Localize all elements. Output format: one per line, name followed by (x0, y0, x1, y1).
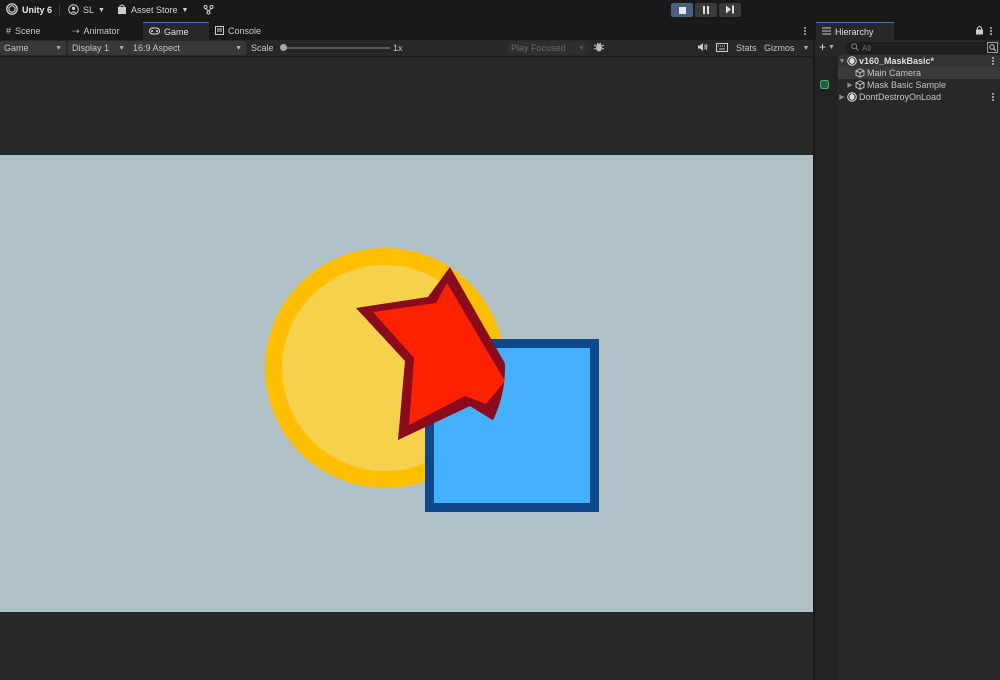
display-label: Display 1 (72, 43, 110, 53)
tab-label: Scene (15, 26, 41, 36)
gameobject-cube-icon (854, 68, 865, 79)
hierarchy-scene-row[interactable]: ▼ v160_MaskBasic* (838, 55, 1000, 67)
tab-animator[interactable]: ⇢ Animator (66, 22, 143, 40)
aspect-dropdown[interactable]: 16:9 Aspect ▼ (129, 41, 246, 55)
expand-arrow-icon[interactable]: ▶ (846, 81, 854, 89)
expand-arrow-icon[interactable]: ▶ (838, 93, 846, 101)
speaker-icon (697, 42, 708, 54)
unity-logo-icon (6, 3, 18, 17)
main-toolbar: Unity 6 SL ▼ Asset Store ▼ (0, 0, 1000, 20)
play-focused-label: Play Focused (511, 43, 566, 53)
asset-store-label: Asset Store (131, 5, 178, 15)
keyboard-icon (716, 42, 728, 54)
grid-icon: # (6, 26, 12, 36)
hierarchy-search-input[interactable]: All (846, 42, 998, 54)
account-icon (68, 3, 79, 17)
tab-menu-kebab-icon[interactable] (802, 25, 808, 37)
lock-icon[interactable] (975, 25, 984, 37)
plus-icon: + (819, 40, 827, 54)
gizmos-label: Gizmos (764, 43, 795, 53)
game-scene-render (265, 248, 599, 512)
asset-store-dropdown[interactable]: Asset Store ▼ (117, 0, 188, 20)
scene-name: v160_MaskBasic* (859, 56, 935, 66)
tab-console[interactable]: Console (209, 22, 279, 40)
account-dropdown[interactable]: SL ▼ (68, 0, 105, 20)
chevron-down-icon: ▼ (235, 44, 242, 52)
step-button[interactable] (719, 3, 741, 17)
shopping-bag-icon (117, 4, 127, 17)
pause-icon (703, 6, 709, 14)
unity-scene-icon (846, 56, 857, 67)
account-label: SL (83, 5, 95, 15)
version-control-icon (203, 4, 214, 17)
search-icon (851, 43, 859, 53)
create-dropdown[interactable]: + ▼ (819, 41, 835, 53)
gameobject-state-icon[interactable] (820, 80, 829, 89)
game-view-toolbar: Game ▼ Display 1 ▼ 16:9 Aspect ▼ Scale 1x P… (0, 40, 813, 57)
chevron-down-icon: ▼ (802, 44, 810, 52)
chevron-down-icon: ▼ (828, 43, 835, 51)
chevron-down-icon: ▼ (98, 6, 105, 14)
gamepad-icon (149, 27, 160, 37)
shortcut-keyboard-button[interactable] (716, 41, 728, 55)
scene-menu-kebab-icon[interactable] (990, 55, 996, 67)
game-render-viewport[interactable] (0, 155, 813, 612)
scale-label: Scale (251, 43, 274, 53)
gizmos-dropdown[interactable]: Gizmos ▼ (764, 41, 809, 55)
chevron-down-icon: ▼ (578, 44, 585, 52)
tab-label: Animator (83, 26, 120, 36)
tab-game[interactable]: Game (143, 22, 209, 40)
tab-label: Game (164, 26, 189, 37)
slider-handle[interactable] (280, 44, 287, 51)
version-control-button[interactable] (203, 0, 214, 20)
chevron-down-icon: ▼ (55, 44, 62, 52)
step-icon (725, 5, 735, 16)
pause-button[interactable] (695, 3, 717, 17)
list-icon (822, 27, 831, 37)
play-focused-dropdown[interactable]: Play Focused ▼ (507, 41, 589, 55)
hierarchy-item-main-camera[interactable]: Main Camera (838, 67, 1000, 79)
aspect-label: 16:9 Aspect (133, 43, 181, 53)
search-placeholder: All (862, 43, 871, 53)
hierarchy-item-mask-basic-sample[interactable]: ▶ Mask Basic Sample (838, 79, 1000, 91)
unity-scene-icon (846, 92, 857, 103)
app-title: Unity 6 (22, 5, 53, 15)
chevron-down-icon: ▼ (118, 44, 125, 52)
console-icon (215, 25, 224, 37)
bug-icon (593, 41, 605, 55)
search-filter-icon[interactable] (987, 42, 998, 55)
unity-account-menu[interactable]: Unity 6 (6, 0, 52, 20)
mute-audio-button[interactable] (697, 41, 708, 55)
gameobject-cube-icon (854, 80, 865, 91)
debug-bug-button[interactable] (593, 41, 605, 55)
scale-slider[interactable] (280, 44, 390, 51)
scale-value: 1x (393, 43, 403, 53)
editor-tab-bar: # Scene ⇢ Animator Game Console (0, 22, 813, 40)
expand-arrow-icon[interactable]: ▼ (838, 58, 846, 65)
stats-button[interactable]: Stats (736, 41, 757, 55)
stop-button[interactable] (671, 3, 693, 17)
chevron-down-icon: ▼ (181, 6, 189, 14)
view-mode-label: Game (4, 43, 29, 53)
item-label: Mask Basic Sample (867, 80, 947, 90)
scene-menu-kebab-icon[interactable] (990, 91, 996, 103)
animator-icon: ⇢ (72, 25, 80, 36)
scene-name: DontDestroyOnLoad (859, 92, 942, 102)
hierarchy-scene-row-dontdestroyonload[interactable]: ▶ DontDestroyOnLoad (838, 91, 1000, 103)
display-dropdown[interactable]: Display 1 ▼ (68, 41, 129, 55)
hierarchy-panel (815, 56, 1000, 680)
tab-scene[interactable]: # Scene (0, 22, 66, 40)
hierarchy-gutter (815, 56, 837, 680)
stop-icon (678, 6, 686, 14)
hierarchy-menu-kebab-icon[interactable] (988, 25, 994, 37)
tab-label: Hierarchy (835, 26, 874, 37)
item-label: Main Camera (867, 68, 922, 78)
tab-hierarchy[interactable]: Hierarchy (816, 22, 894, 40)
view-mode-dropdown[interactable]: Game ▼ (0, 41, 66, 55)
tab-label: Console (228, 26, 262, 36)
